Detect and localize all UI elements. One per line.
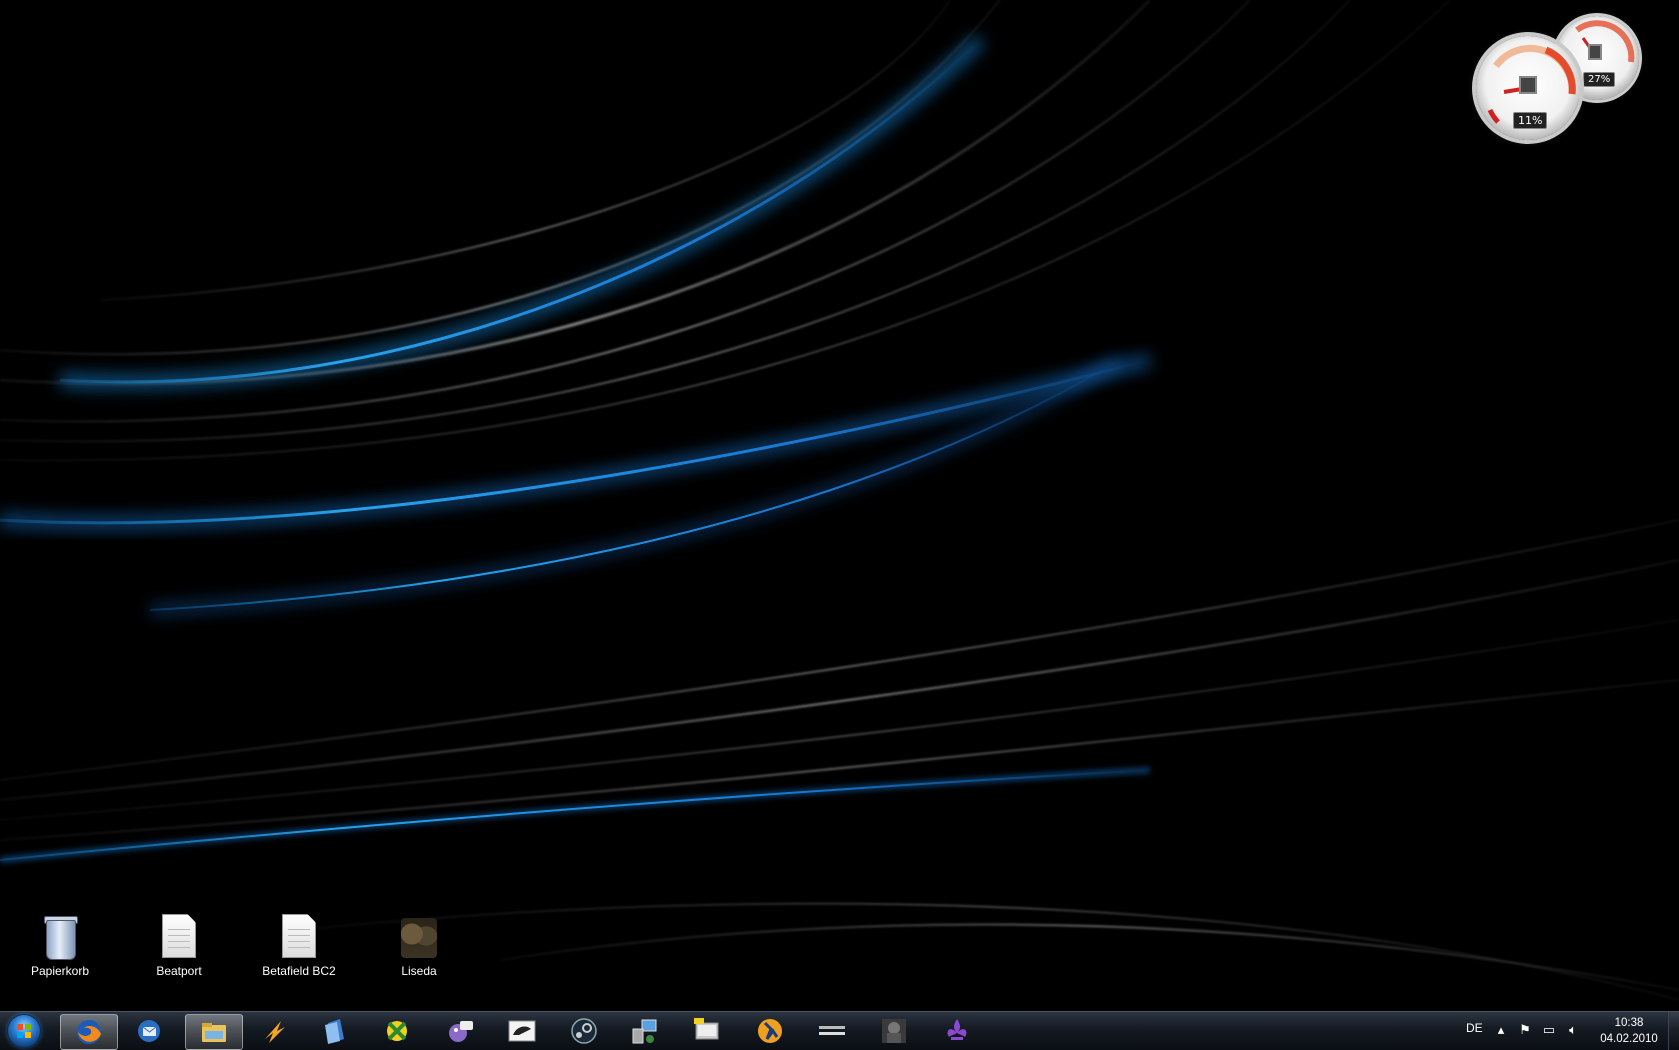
- clock-date: 04.02.2010: [1600, 1033, 1658, 1045]
- taskbar-firefox[interactable]: [60, 1014, 118, 1050]
- taskbar-documents[interactable]: [307, 1014, 363, 1048]
- language-indicator[interactable]: DE: [1466, 1021, 1483, 1035]
- taskbar-app[interactable]: [494, 1014, 550, 1048]
- counter-strike-icon: [758, 1019, 782, 1043]
- desktop-icon-label: Betafield BC2: [262, 964, 336, 978]
- app-window-icon: [508, 1020, 536, 1042]
- network-icon[interactable]: ▭: [1541, 1022, 1557, 1038]
- taskbar-monitor[interactable]: [679, 1014, 735, 1048]
- cpu-gauge: 11%: [1476, 36, 1580, 140]
- taskbar-explorer[interactable]: [185, 1014, 243, 1050]
- volume-icon[interactable]: 🔈︎: [1565, 1022, 1581, 1038]
- folder-icon: [202, 1023, 226, 1042]
- taskbar-steam[interactable]: [556, 1014, 612, 1048]
- taskbar-thunderbird[interactable]: [121, 1014, 177, 1048]
- action-center-flag-icon[interactable]: ⚑: [1517, 1022, 1533, 1038]
- network-computer-icon: [632, 1019, 657, 1044]
- winamp-icon: [265, 1021, 285, 1043]
- monitor-icon: [694, 1018, 719, 1040]
- windows-orb-icon: [8, 1015, 40, 1047]
- document-icon: [279, 914, 319, 960]
- taskbar-pidgin[interactable]: [432, 1014, 488, 1048]
- clock-time: 10:38: [1614, 1017, 1644, 1029]
- taskbar-xfire[interactable]: [369, 1014, 425, 1048]
- memory-percent: 27%: [1583, 72, 1616, 87]
- memory-chip-icon: [1588, 44, 1602, 60]
- desktop-icon-beatport[interactable]: Beatport: [131, 914, 227, 978]
- thunderbird-icon: [138, 1020, 160, 1042]
- taskbar-saints-row[interactable]: [929, 1014, 985, 1048]
- desktop-icon-label: Liseda: [401, 964, 437, 978]
- game-shortcut-icon: [399, 914, 439, 960]
- fleur-de-lis-icon: [947, 1019, 967, 1040]
- document-icon: [159, 914, 199, 960]
- cpu-meter-gadget[interactable]: 27% 11%: [1470, 14, 1650, 144]
- firefox-icon: [77, 1020, 101, 1044]
- taskbar-winamp[interactable]: [246, 1014, 302, 1048]
- battlefield-icon: [819, 1026, 845, 1035]
- show-desktop-button[interactable]: [1668, 1012, 1679, 1050]
- xfire-icon: [387, 1021, 407, 1041]
- desktop-icon-betafield-bc2[interactable]: Betafield BC2: [251, 914, 347, 978]
- taskbar-soldier-game[interactable]: [866, 1014, 922, 1048]
- cpu-percent: 11%: [1513, 112, 1548, 129]
- desktop-icon-label: Beatport: [156, 964, 202, 978]
- taskbar-counter-strike[interactable]: [742, 1014, 798, 1048]
- start-button[interactable]: [2, 1013, 48, 1049]
- pidgin-icon: [449, 1021, 473, 1042]
- desktop-icon-label: Papierkorb: [30, 964, 90, 978]
- taskbar: DE ▴ ⚑ ▭ 🔈︎ 10:38 04.02.2010: [0, 1011, 1679, 1050]
- system-clock[interactable]: 10:38 04.02.2010: [1596, 1015, 1662, 1047]
- blue-document-icon: [325, 1019, 344, 1044]
- taskbar-battlefield-2142[interactable]: [804, 1014, 860, 1048]
- cpu-chip-icon: [1519, 76, 1537, 94]
- desktop-icon-papierkorb[interactable]: Papierkorb: [12, 914, 108, 978]
- steam-icon: [571, 1018, 597, 1044]
- recycle-bin-icon: [40, 914, 80, 960]
- soldier-game-icon: [882, 1019, 906, 1043]
- show-hidden-icons-icon[interactable]: ▴: [1493, 1022, 1509, 1038]
- desktop-icon-liseda[interactable]: Liseda: [371, 914, 467, 978]
- taskbar-network[interactable]: [617, 1014, 673, 1048]
- desktop-wallpaper: [0, 0, 1679, 1049]
